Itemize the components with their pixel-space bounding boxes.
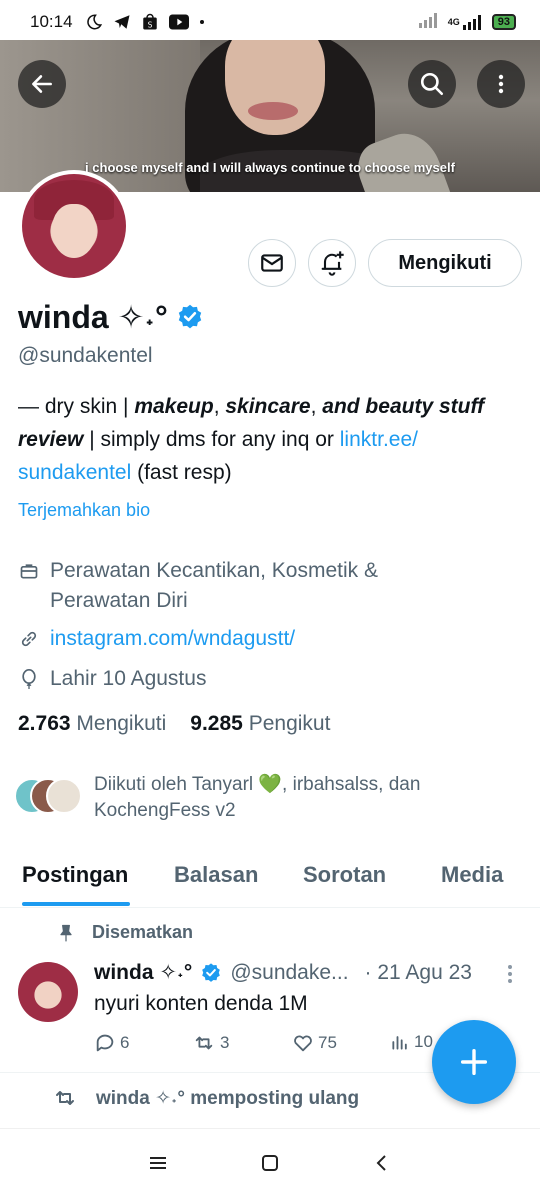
mutual-avatars <box>14 772 84 814</box>
repost-button[interactable]: 3 <box>192 1032 229 1054</box>
reply-button[interactable]: 6 <box>94 1032 129 1054</box>
bell-plus-icon <box>321 251 344 276</box>
profile-name: winda ✧˖° <box>18 299 168 335</box>
profile-banner[interactable]: i choose myself and I will always contin… <box>0 40 540 192</box>
profile-tabs: Postingan Balasan Sorotan Media <box>0 848 540 908</box>
repost-icon <box>56 1091 74 1105</box>
briefcase-icon <box>18 556 40 586</box>
post-header: winda ✧˖° @sundake... · 21 Agu 23 <box>94 960 472 985</box>
home-square-icon <box>262 1155 278 1171</box>
home-button[interactable] <box>260 1153 280 1178</box>
shopping-icon: S <box>141 13 159 31</box>
pinned-label: Disematkan <box>56 922 193 943</box>
menu-lines-icon <box>150 1157 166 1169</box>
profile-category: Perawatan Kecantikan, Kosmetik & Perawat… <box>18 556 523 616</box>
tab-posts[interactable]: Postingan <box>22 862 128 888</box>
followers-count-link[interactable]: 9.285 Pengikut <box>190 712 330 736</box>
more-dots-icon <box>508 965 512 983</box>
active-tab-indicator <box>22 902 130 906</box>
status-time: 10:14 <box>30 12 73 31</box>
svg-text:S: S <box>147 20 152 29</box>
like-button[interactable]: 75 <box>292 1032 337 1054</box>
system-navigation-bar <box>0 1128 540 1200</box>
tab-highlights[interactable]: Sorotan <box>303 862 386 888</box>
no-signal-icon <box>418 11 438 34</box>
back-arrow-icon <box>32 75 52 93</box>
profile-bio: — dry skin | makeup, skincare, and beaut… <box>18 395 485 484</box>
reply-icon <box>96 1034 114 1052</box>
mail-icon <box>261 254 283 272</box>
back-button[interactable] <box>18 60 66 108</box>
kebab-menu-icon <box>498 74 504 94</box>
post-more-button[interactable] <box>500 962 520 991</box>
translate-bio-link[interactable]: Terjemahkan bio <box>18 500 150 521</box>
profile-birthday: Lahir 10 Agustus <box>18 664 206 694</box>
tab-replies[interactable]: Balasan <box>174 862 258 888</box>
post-author-avatar[interactable] <box>18 962 78 1022</box>
status-bar: 10:14 S 4G 93 <box>0 0 540 44</box>
more-options-button[interactable] <box>477 60 525 108</box>
profile-website: instagram.com/wndagustt/ <box>18 624 295 654</box>
follow-counts: 2.763 Mengikuti 9.285 Pengikut <box>18 712 330 736</box>
balloon-icon <box>18 664 40 694</box>
youtube-icon <box>168 14 189 30</box>
message-button[interactable] <box>248 239 296 287</box>
plus-icon <box>460 1048 488 1076</box>
website-link[interactable]: instagram.com/wndagustt/ <box>50 624 295 654</box>
post-author-handle: @sundake... <box>230 960 349 984</box>
signal-4g-icon: 4G <box>448 13 482 31</box>
profile-name-row: winda ✧˖° <box>18 298 204 336</box>
views-button[interactable]: 10 <box>390 1032 433 1052</box>
verified-badge-icon <box>178 304 202 329</box>
recent-apps-button[interactable] <box>148 1153 168 1178</box>
notification-dot-icon <box>199 19 205 25</box>
pin-icon <box>60 924 72 941</box>
search-icon <box>420 72 444 96</box>
notifications-button[interactable] <box>308 239 356 287</box>
repost-icon <box>195 1036 213 1050</box>
following-count-link[interactable]: 2.763 Mengikuti <box>18 712 166 736</box>
repost-label: winda ✧˖° memposting ulang <box>52 1086 359 1110</box>
back-nav-button[interactable] <box>372 1153 392 1178</box>
followed-by[interactable]: Diikuti oleh Tanyarl 💚, irbahsalss, dan … <box>14 772 494 824</box>
post-text: nyuri konten denda 1M <box>94 992 308 1015</box>
followed-by-text: Diikuti oleh Tanyarl 💚, irbahsalss, dan … <box>94 774 421 821</box>
search-button[interactable] <box>408 60 456 108</box>
telegram-icon <box>113 13 131 31</box>
post-date: · 21 Agu 23 <box>364 960 472 984</box>
mutual-avatar <box>46 778 82 814</box>
verified-badge-icon <box>202 962 221 982</box>
post-author-name[interactable]: winda ✧˖° <box>94 960 192 985</box>
compose-post-button[interactable] <box>432 1020 516 1104</box>
moon-icon <box>85 13 103 31</box>
profile-handle: @sundakentel <box>18 344 153 367</box>
profile-avatar[interactable] <box>18 170 130 282</box>
views-chart-icon <box>392 1036 407 1050</box>
link-icon <box>18 624 40 654</box>
chevron-left-icon <box>376 1155 386 1171</box>
following-button[interactable]: Mengikuti <box>368 239 522 287</box>
battery-indicator: 93 <box>491 14 516 30</box>
heart-icon <box>294 1035 312 1052</box>
tab-media[interactable]: Media <box>441 862 503 888</box>
